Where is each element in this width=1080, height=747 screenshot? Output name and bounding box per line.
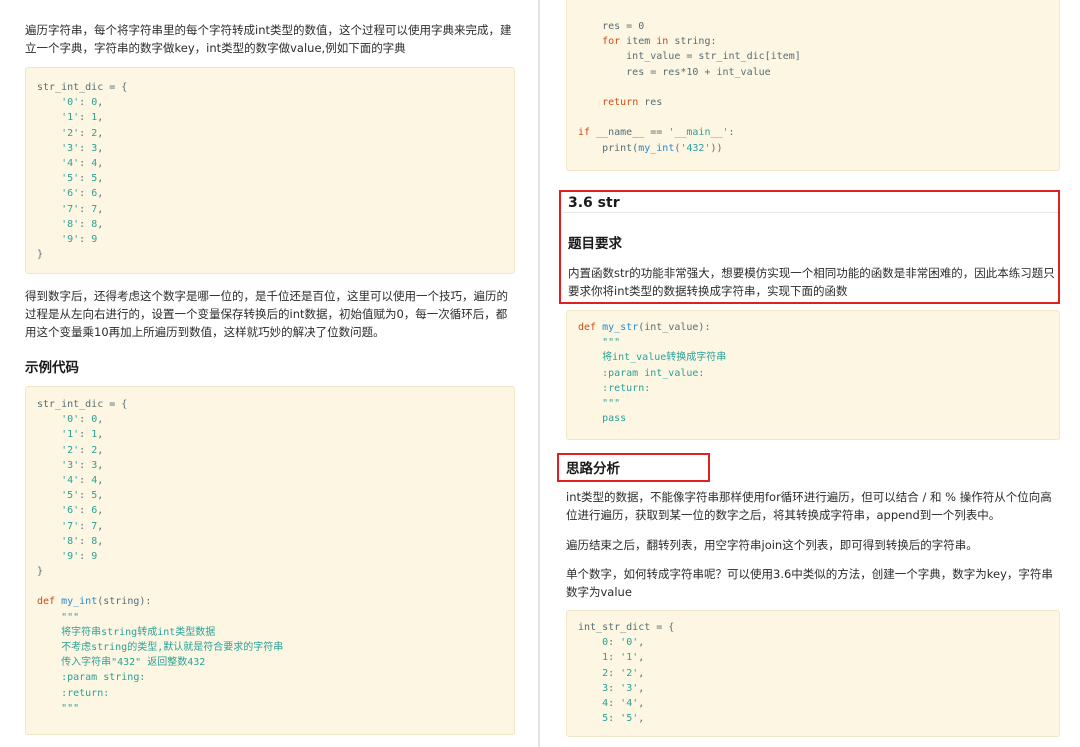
code-block-int-str-dict: int_str_dict = { 0: '0', 1: '1', 2: '2',… xyxy=(566,610,1060,737)
code-line: '3': 3, xyxy=(61,142,104,154)
analysis-paragraph-2: 遍历结束之后，翻转列表，用空字符串join这个列表，即可得到转换后的字符串。 xyxy=(566,538,978,552)
code-line: } xyxy=(37,249,44,261)
code-text: str_int_dic = { '0': 0, '1': 1, '2': 2, … xyxy=(37,80,127,262)
section-heading-example: 示例代码 xyxy=(25,360,79,376)
code-block-my-int-tail: res = 0 for item in string: int_value = … xyxy=(566,0,1060,171)
title-underline xyxy=(563,212,1058,213)
code-block-dict: str_int_dic = { '0': 0, '1': 1, '2': 2, … xyxy=(25,67,515,274)
code-line: '5': 5, xyxy=(61,173,104,185)
code-line: '6': 6, xyxy=(61,188,104,200)
analysis-paragraph-1: int类型的数据，不能像字符串那样使用for循环进行遍历，但可以结合 / 和 %… xyxy=(566,490,1052,522)
subheading-analysis: 思路分析 xyxy=(566,461,620,477)
requirement-paragraph: 内置函数str的功能非常强大，想要模仿实现一个相同功能的函数是非常困难的，因此本… xyxy=(568,266,1055,298)
code-line: 将字符串string转成int类型数据 xyxy=(37,626,216,638)
code-line: :param int_value: xyxy=(578,367,705,379)
code-line: def my_str(int_value): xyxy=(578,322,711,333)
code-line: '8': 8, xyxy=(61,218,104,230)
code-line: str_int_dic = { xyxy=(37,82,128,93)
code-line: 传入字符串"432" 返回整数432 xyxy=(37,657,206,669)
code-line: res = 0 xyxy=(578,21,645,32)
code-line: def my_int(string): xyxy=(37,596,152,608)
code-line: """ xyxy=(37,702,80,714)
code-line: '7': 7, xyxy=(61,203,104,215)
code-line: 3: '3', xyxy=(602,682,645,694)
code-line: '5': 5, xyxy=(61,490,104,502)
code-line: :param string: xyxy=(37,672,146,684)
code-line: for item in string: xyxy=(602,36,717,48)
left-column: 遍历字符串，每个将字符串里的每个字符转成int类型的数值，这个过程可以使用字典来… xyxy=(0,0,538,747)
code-line: '2': 2, xyxy=(61,444,104,456)
code-line: '9': 9 xyxy=(61,233,98,245)
code-block-my-str: def my_str(int_value): """ 将int_value转换成… xyxy=(566,310,1060,440)
column-divider xyxy=(538,0,540,747)
code-line: 4: '4', xyxy=(602,697,645,709)
code-line: 0: '0', xyxy=(602,637,645,649)
right-column: res = 0 for item in string: int_value = … xyxy=(541,0,1080,747)
code-line: '2': 2, xyxy=(61,127,104,139)
code-line: '0': 0, xyxy=(61,97,104,109)
code-line: res = res*10 + int_value xyxy=(578,66,771,78)
code-line: '3': 3, xyxy=(61,459,104,471)
code-line: print(my_int('432')) xyxy=(578,142,723,154)
code-line: '0': 0, xyxy=(61,414,104,426)
code-line: '4': 4, xyxy=(61,474,104,486)
intro-paragraph: 遍历字符串，每个将字符串里的每个字符转成int类型的数值，这个过程可以使用字典来… xyxy=(25,23,512,55)
code-line: 不考虑string的类型,默认就是符合要求的字符串 xyxy=(37,642,284,653)
code-line: str_int_dic = { xyxy=(37,399,128,410)
code-line: '1': 1, xyxy=(61,429,104,441)
code-line: '4': 4, xyxy=(61,157,104,169)
code-line: if __name__ == '__main__': xyxy=(578,127,735,139)
code-line: } xyxy=(37,566,44,578)
subheading-requirement: 题目要求 xyxy=(568,236,622,252)
code-line: :return: xyxy=(37,687,110,699)
explanation-paragraph: 得到数字后，还得考虑这个数字是哪一位的，是千位还是百位，这里可以使用一个技巧，遍… xyxy=(25,289,508,339)
code-line: """ xyxy=(578,337,621,349)
code-line: '9': 9 xyxy=(61,550,98,562)
code-text: int_str_dict = { 0: '0', 1: '1', 2: '2',… xyxy=(578,620,674,726)
code-line: pass xyxy=(578,413,627,425)
code-line: 5: '5', xyxy=(602,713,645,725)
code-block-example: str_int_dic = { '0': 0, '1': 1, '2': 2, … xyxy=(25,386,515,735)
code-text: def my_str(int_value): """ 将int_value转换成… xyxy=(578,320,726,426)
code-line: '6': 6, xyxy=(61,505,104,517)
code-line: 1: '1', xyxy=(602,652,645,664)
code-line: 2: '2', xyxy=(602,667,645,679)
code-line: '8': 8, xyxy=(61,535,104,547)
code-line: """ xyxy=(37,611,80,623)
code-line: return res xyxy=(602,96,663,108)
section-title: 3.6 str xyxy=(568,195,620,211)
code-text: res = 0 for item in string: int_value = … xyxy=(578,19,801,156)
code-line: int_value = str_int_dic[item] xyxy=(578,51,801,63)
code-line: :return: xyxy=(578,382,651,394)
analysis-paragraph-3: 单个数字，如何转成字符串呢？可以使用3.6中类似的方法，创建一个字典，数字为ke… xyxy=(566,567,1053,599)
code-line: '1': 1, xyxy=(61,112,104,124)
code-line: 将int_value转换成字符串 xyxy=(578,352,727,364)
code-line: int_str_dict = { xyxy=(578,622,675,633)
code-line: """ xyxy=(578,397,621,409)
code-text: str_int_dic = { '0': 0, '1': 1, '2': 2, … xyxy=(37,397,283,716)
code-line: '7': 7, xyxy=(61,520,104,532)
